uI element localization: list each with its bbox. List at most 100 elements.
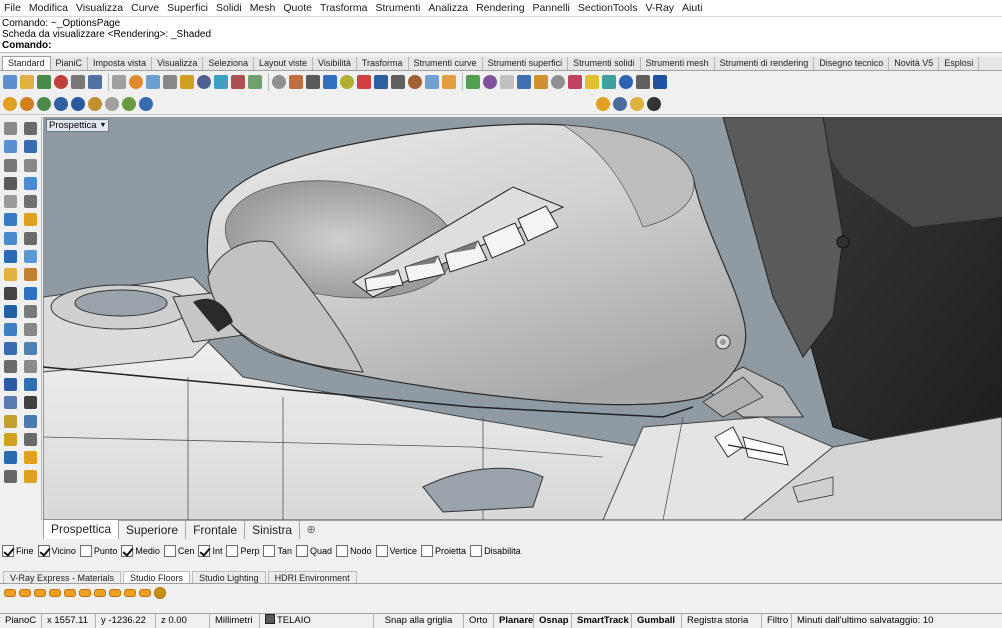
plugin-icon[interactable] (630, 96, 644, 111)
tool-icon[interactable] (4, 213, 17, 227)
toolbar-icon[interactable] (248, 75, 262, 89)
floor-preset-icon[interactable] (139, 589, 151, 597)
toolbar-icon[interactable] (466, 75, 480, 89)
tool-icon[interactable] (24, 433, 37, 447)
tool-icon[interactable] (4, 359, 17, 373)
checkbox[interactable] (470, 544, 483, 557)
smarttrack-toggle[interactable]: SmartTrack (572, 613, 632, 628)
toolbar-icon[interactable] (146, 75, 160, 89)
floor-preset-icon[interactable] (64, 589, 76, 597)
toolbar-tab[interactable]: Visualizza (152, 57, 204, 70)
toolbar-icon[interactable] (306, 75, 320, 89)
tool-icon[interactable] (24, 396, 37, 410)
toolbar-icon[interactable] (425, 75, 439, 89)
checkbox[interactable] (79, 544, 92, 557)
plugin-icon[interactable] (139, 96, 153, 111)
toolbar-tab[interactable]: Esplosi (939, 57, 980, 70)
plugin-icon[interactable] (613, 96, 627, 111)
toolbar-icon[interactable] (408, 75, 422, 89)
checkbox[interactable] (198, 544, 211, 557)
toolbar-icon[interactable] (585, 75, 599, 89)
toolbar-tab[interactable]: Strumenti di rendering (715, 57, 815, 70)
menu-item[interactable]: Pannelli (533, 2, 570, 14)
osnap-vicino[interactable]: Vicino (37, 544, 76, 557)
toolbar-icon[interactable] (374, 75, 388, 89)
panel-tab[interactable]: Studio Floors (123, 571, 191, 583)
plugin-icon[interactable] (20, 96, 34, 111)
floor-preset-icon[interactable] (19, 589, 31, 597)
tool-icon[interactable] (4, 122, 17, 135)
toolbar-icon[interactable] (653, 75, 667, 89)
toolbar-icon[interactable] (129, 75, 143, 89)
tool-icon[interactable] (4, 341, 17, 355)
toolbar-icon[interactable] (357, 75, 371, 89)
tool-icon[interactable] (4, 140, 17, 154)
toolbar-icon[interactable] (3, 75, 17, 89)
toolbar-icon[interactable] (54, 75, 68, 89)
toolbar-icon[interactable] (37, 75, 51, 89)
menu-item[interactable]: Mesh (250, 2, 276, 14)
tool-icon[interactable] (4, 414, 17, 428)
tool-icon[interactable] (24, 414, 37, 428)
toolbar-tab[interactable]: Standard (2, 56, 51, 70)
osnap-tan[interactable]: Tan (263, 544, 292, 557)
osnap-quad[interactable]: Quad (295, 544, 332, 557)
checkbox[interactable] (121, 544, 134, 557)
osnap-nodo[interactable]: Nodo (336, 544, 372, 557)
status-units[interactable]: Millimetri (210, 613, 260, 628)
menu-item[interactable]: Aiuti (682, 2, 702, 14)
perspective-viewport[interactable]: Prospettica ▼ (43, 117, 1002, 520)
tool-icon[interactable] (24, 122, 37, 135)
toolbar-tab[interactable]: Strumenti superfici (483, 57, 569, 70)
tool-icon[interactable] (24, 304, 37, 318)
panel-tab[interactable]: HDRI Environment (267, 571, 357, 583)
menu-item[interactable]: File (4, 2, 21, 14)
toolbar-tab[interactable]: Disegno tecnico (814, 57, 890, 70)
plugin-icon[interactable] (54, 96, 68, 111)
osnap-punto[interactable]: Punto (79, 544, 117, 557)
add-viewport-icon[interactable]: ⊕ (300, 521, 322, 539)
tool-icon[interactable] (4, 158, 17, 172)
toolbar-icon[interactable] (391, 75, 405, 89)
toolbar-icon[interactable] (214, 75, 228, 89)
tool-icon[interactable] (24, 359, 37, 373)
floor-preset-icon[interactable] (34, 589, 46, 597)
viewport-title[interactable]: Prospettica ▼ (46, 119, 110, 132)
tool-icon[interactable] (4, 268, 17, 282)
viewport-tab[interactable]: Prospettica (43, 520, 120, 539)
toolbar-tab[interactable]: Layout viste (254, 57, 313, 70)
command-prompt[interactable]: Comando: (2, 40, 1000, 51)
viewport-tab[interactable]: Superiore (119, 521, 187, 539)
osnap-disabilita[interactable]: Disabilita (470, 544, 521, 557)
tool-icon[interactable] (24, 250, 37, 264)
menu-item[interactable]: Curve (131, 2, 159, 14)
menu-item[interactable]: Trasforma (320, 2, 367, 14)
tool-icon[interactable] (24, 195, 37, 209)
toolbar-icon[interactable] (197, 75, 211, 89)
toolbar-tab[interactable]: Strumenti mesh (641, 57, 715, 70)
checkbox[interactable] (37, 544, 50, 557)
toolbar-icon[interactable] (534, 75, 548, 89)
tool-icon[interactable] (24, 158, 37, 172)
grid-snap-toggle[interactable]: Snap alla griglia (374, 613, 464, 628)
toolbar-icon[interactable] (500, 75, 514, 89)
toolbar-tab[interactable]: Imposta vista (88, 57, 153, 70)
toolbar-icon[interactable] (71, 75, 85, 89)
osnap-cen[interactable]: Cen (163, 544, 194, 557)
floor-preset-icon[interactable] (79, 589, 91, 597)
filter-button[interactable]: Filtro (762, 613, 792, 628)
checkbox[interactable] (375, 544, 388, 557)
tool-icon[interactable] (24, 176, 37, 190)
menu-item[interactable]: Solidi (216, 2, 242, 14)
toolbar-tab[interactable]: PianiC (51, 57, 89, 70)
toolbar-icon[interactable] (340, 75, 354, 89)
toolbar-icon[interactable] (619, 75, 633, 89)
osnap-perp[interactable]: Perp (226, 544, 259, 557)
osnap-toggle[interactable]: Osnap (534, 613, 572, 628)
chevron-down-icon[interactable]: ▼ (100, 120, 107, 131)
tool-icon[interactable] (24, 323, 37, 337)
checkbox[interactable] (336, 544, 349, 557)
tool-icon[interactable] (24, 286, 37, 300)
tool-icon[interactable] (4, 433, 17, 447)
toolbar-icon[interactable] (568, 75, 582, 89)
